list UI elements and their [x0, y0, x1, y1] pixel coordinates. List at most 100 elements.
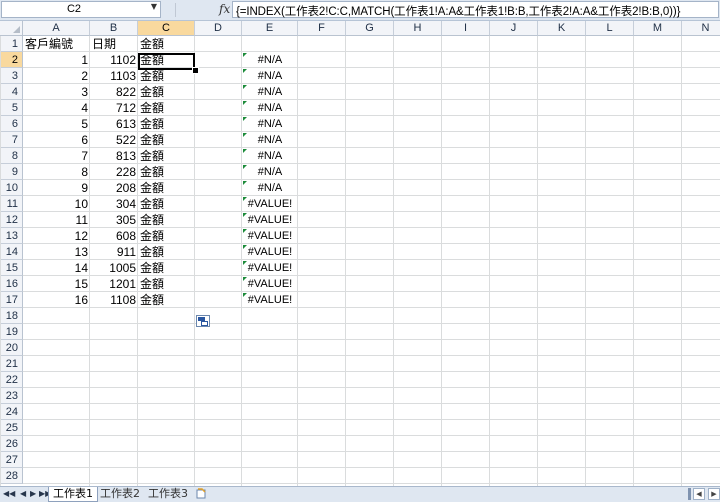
row-header-10[interactable]: 10 — [0, 180, 23, 196]
worksheet-grid[interactable]: ABCDEFGHIJKLMN 1 2 3 4 5 6 7 8 9 10 11 12 13 14 15 16 17… — [0, 21, 720, 486]
cell-e13[interactable]: #VALUE! — [242, 228, 298, 244]
formula-text[interactable]: {=INDEX(工作表2!C:C,MATCH(工作表1!A:A&工作表1!B:B… — [236, 3, 680, 19]
cell-a14[interactable]: 13 — [23, 244, 88, 260]
cell-a2[interactable]: 1 — [23, 52, 88, 68]
cell-a16[interactable]: 15 — [23, 276, 88, 292]
column-header-l[interactable]: L — [586, 21, 634, 36]
cell-b8[interactable]: 813 — [90, 148, 136, 164]
cell-a12[interactable]: 11 — [23, 212, 88, 228]
cell-c14[interactable]: 金額 — [138, 244, 197, 260]
cell-a11[interactable]: 10 — [23, 196, 88, 212]
column-header-c[interactable]: C — [138, 21, 195, 36]
cell-c4[interactable]: 金額 — [138, 84, 197, 100]
row-header-4[interactable]: 4 — [0, 84, 23, 100]
cell-c9[interactable]: 金額 — [138, 164, 197, 180]
cell-e12[interactable]: #VALUE! — [242, 212, 298, 228]
insert-function-icon[interactable]: fx — [219, 2, 230, 16]
cell-c15[interactable]: 金額 — [138, 260, 197, 276]
cell-e15[interactable]: #VALUE! — [242, 260, 298, 276]
cell-e8[interactable]: #N/A — [242, 148, 298, 164]
split-handle[interactable] — [688, 488, 691, 500]
row-header-22[interactable]: 22 — [0, 372, 23, 388]
column-header-i[interactable]: I — [442, 21, 490, 36]
row-header-7[interactable]: 7 — [0, 132, 23, 148]
row-header-14[interactable]: 14 — [0, 244, 23, 260]
cell-b5[interactable]: 712 — [90, 100, 136, 116]
sheet-tab-1[interactable]: 工作表1 — [48, 487, 98, 502]
cell-c11[interactable]: 金額 — [138, 196, 197, 212]
row-header-13[interactable]: 13 — [0, 228, 23, 244]
first-sheet-button[interactable]: ◀◀ — [3, 489, 15, 499]
cell-a15[interactable]: 14 — [23, 260, 88, 276]
column-header-b[interactable]: B — [90, 21, 138, 36]
scroll-right-button[interactable]: ▶ — [708, 488, 720, 500]
cell-b11[interactable]: 304 — [90, 196, 136, 212]
paste-options-icon[interactable] — [196, 315, 210, 327]
row-header-8[interactable]: 8 — [0, 148, 23, 164]
cell-a9[interactable]: 8 — [23, 164, 88, 180]
cell-e2[interactable]: #N/A — [242, 52, 298, 68]
cell-b15[interactable]: 1005 — [90, 260, 136, 276]
name-box[interactable]: C2 ▼ — [1, 1, 161, 18]
cell-a1[interactable]: 客戶編號 — [23, 36, 92, 52]
column-header-j[interactable]: J — [490, 21, 538, 36]
horizontal-scrollbar[interactable]: ◀ ▶ — [688, 488, 720, 501]
name-box-value[interactable]: C2 — [2, 3, 146, 15]
cell-c5[interactable]: 金額 — [138, 100, 197, 116]
row-header-6[interactable]: 6 — [0, 116, 23, 132]
cell-a13[interactable]: 12 — [23, 228, 88, 244]
column-header-e[interactable]: E — [242, 21, 298, 36]
cell-a5[interactable]: 4 — [23, 100, 88, 116]
cell-e14[interactable]: #VALUE! — [242, 244, 298, 260]
column-header-k[interactable]: K — [538, 21, 586, 36]
row-header-23[interactable]: 23 — [0, 388, 23, 404]
cell-b12[interactable]: 305 — [90, 212, 136, 228]
row-header-11[interactable]: 11 — [0, 196, 23, 212]
cell-b13[interactable]: 608 — [90, 228, 136, 244]
cell-c12[interactable]: 金額 — [138, 212, 197, 228]
row-header-20[interactable]: 20 — [0, 340, 23, 356]
cell-a8[interactable]: 7 — [23, 148, 88, 164]
row-header-25[interactable]: 25 — [0, 420, 23, 436]
cell-c17[interactable]: 金額 — [138, 292, 197, 308]
cell-e6[interactable]: #N/A — [242, 116, 298, 132]
cell-b4[interactable]: 822 — [90, 84, 136, 100]
cell-c16[interactable]: 金額 — [138, 276, 197, 292]
insert-worksheet-icon[interactable] — [196, 488, 207, 499]
cell-b6[interactable]: 613 — [90, 116, 136, 132]
sheet-tab-3[interactable]: 工作表3 — [144, 487, 192, 501]
cell-e5[interactable]: #N/A — [242, 100, 298, 116]
cell-b16[interactable]: 1201 — [90, 276, 136, 292]
cell-e7[interactable]: #N/A — [242, 132, 298, 148]
cell-e11[interactable]: #VALUE! — [242, 196, 298, 212]
prev-sheet-button[interactable]: ◀ — [20, 489, 26, 499]
cell-b1[interactable]: 日期 — [90, 36, 140, 52]
column-header-g[interactable]: G — [346, 21, 394, 36]
cell-e4[interactable]: #N/A — [242, 84, 298, 100]
cell-a6[interactable]: 5 — [23, 116, 88, 132]
row-header-1[interactable]: 1 — [0, 36, 23, 52]
cell-a4[interactable]: 3 — [23, 84, 88, 100]
column-header-f[interactable]: F — [298, 21, 346, 36]
chevron-down-icon[interactable]: ▼ — [151, 2, 157, 11]
cell-c7[interactable]: 金額 — [138, 132, 197, 148]
fill-handle[interactable] — [192, 67, 199, 74]
next-sheet-button[interactable]: ▶ — [30, 489, 36, 499]
row-header-27[interactable]: 27 — [0, 452, 23, 468]
cell-b7[interactable]: 522 — [90, 132, 136, 148]
row-header-2[interactable]: 2 — [0, 52, 23, 68]
column-header-n[interactable]: N — [682, 21, 720, 36]
cell-b17[interactable]: 1108 — [90, 292, 136, 308]
cell-c1[interactable]: 金額 — [138, 36, 197, 52]
cell-b9[interactable]: 228 — [90, 164, 136, 180]
cell-e9[interactable]: #N/A — [242, 164, 298, 180]
cell-e10[interactable]: #N/A — [242, 180, 298, 196]
scroll-left-button[interactable]: ◀ — [693, 488, 705, 500]
row-header-5[interactable]: 5 — [0, 100, 23, 116]
cell-b14[interactable]: 911 — [90, 244, 136, 260]
row-header-26[interactable]: 26 — [0, 436, 23, 452]
cell-c10[interactable]: 金額 — [138, 180, 197, 196]
cell-b10[interactable]: 208 — [90, 180, 136, 196]
cell-c6[interactable]: 金額 — [138, 116, 197, 132]
row-header-17[interactable]: 17 — [0, 292, 23, 308]
